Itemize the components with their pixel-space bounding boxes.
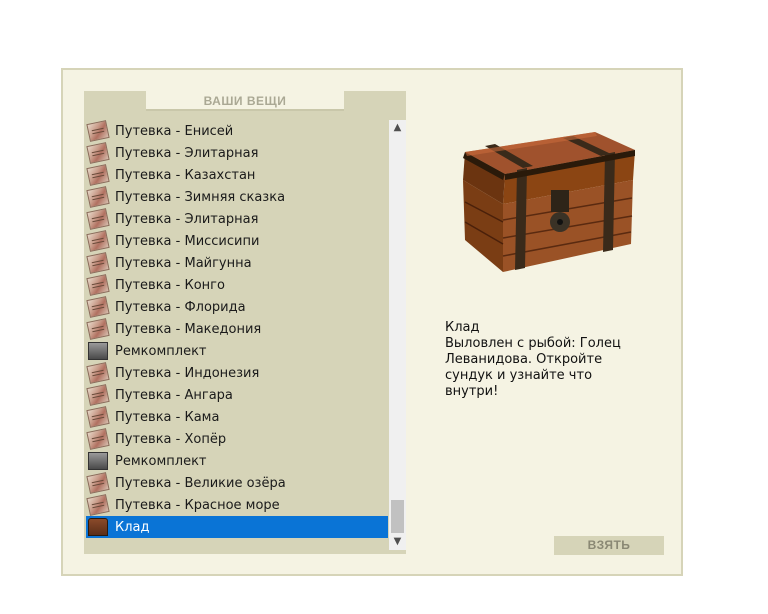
list-item[interactable]: Путевка - Великие озёра xyxy=(86,472,388,494)
description-line: Выловлен с рыбой: Голец xyxy=(445,336,621,351)
list-item[interactable]: Путевка - Зимняя сказка xyxy=(86,186,388,208)
take-button[interactable]: ВЗЯТЬ xyxy=(554,536,664,555)
description-line: внутри! xyxy=(445,384,499,399)
ticket-icon xyxy=(86,142,110,164)
list-item-label: Путевка - Майгунна xyxy=(115,255,252,271)
tab-your-items[interactable]: ВАШИ ВЕЩИ xyxy=(146,91,344,111)
list-item-label: Клад xyxy=(115,519,150,535)
list-item[interactable]: Путевка - Флорида xyxy=(86,296,388,318)
ticket-icon xyxy=(86,384,110,406)
list-item[interactable]: Ремкомплект xyxy=(86,450,388,472)
list-item-label: Путевка - Индонезия xyxy=(115,365,260,381)
description-line: сундук и узнайте что xyxy=(445,368,593,383)
ticket-icon xyxy=(86,274,110,296)
list-item-label: Путевка - Красное море xyxy=(115,497,280,513)
ticket-icon xyxy=(86,472,110,494)
list-item[interactable]: Путевка - Казахстан xyxy=(86,164,388,186)
scroll-down-arrow-icon[interactable]: ▼ xyxy=(389,534,406,550)
ticket-icon xyxy=(86,208,110,230)
list-item-label: Путевка - Хопёр xyxy=(115,431,227,447)
list-item-label: Путевка - Ангара xyxy=(115,387,233,403)
scroll-up-arrow-icon[interactable]: ▲ xyxy=(389,120,406,136)
list-item-label: Путевка - Элитарная xyxy=(115,145,259,161)
list-item-label: Путевка - Кама xyxy=(115,409,220,425)
ticket-icon xyxy=(86,186,110,208)
list-item-label: Путевка - Элитарная xyxy=(115,211,259,227)
list-item-label: Ремкомплект xyxy=(115,343,207,359)
list-item[interactable]: Путевка - Элитарная xyxy=(86,142,388,164)
list-item-label: Путевка - Казахстан xyxy=(115,167,256,183)
list-item[interactable]: Путевка - Элитарная xyxy=(86,208,388,230)
list-item[interactable]: Путевка - Майгунна xyxy=(86,252,388,274)
ticket-icon xyxy=(86,120,110,142)
list-item-label: Путевка - Македония xyxy=(115,321,262,337)
ticket-icon xyxy=(86,230,110,252)
list-item[interactable]: Путевка - Индонезия xyxy=(86,362,388,384)
ticket-icon xyxy=(86,318,110,340)
ticket-icon xyxy=(86,362,110,384)
list-item-label: Путевка - Енисей xyxy=(115,123,234,139)
list-item-label: Путевка - Флорида xyxy=(115,299,246,315)
list-item[interactable]: Клад xyxy=(86,516,388,538)
ticket-icon xyxy=(86,428,110,450)
list-item-label: Путевка - Конго xyxy=(115,277,225,293)
ticket-icon xyxy=(86,164,110,186)
list-item-label: Ремкомплект xyxy=(115,453,207,469)
list-item[interactable]: Путевка - Конго xyxy=(86,274,388,296)
inventory-list: Путевка - Енисей Путевка - Элитарная Путев… xyxy=(86,120,388,540)
ticket-icon xyxy=(86,494,110,516)
list-item[interactable]: Ремкомплект xyxy=(86,340,388,362)
treasure-chest-image xyxy=(463,132,635,272)
list-item-label: Путевка - Зимняя сказка xyxy=(115,189,286,205)
item-description: Клад Выловлен с рыбой: Голец Леванидова.… xyxy=(445,320,645,400)
ticket-icon xyxy=(86,406,110,428)
repair-kit-icon xyxy=(88,342,108,360)
list-item[interactable]: Путевка - Македония xyxy=(86,318,388,340)
list-item[interactable]: Путевка - Хопёр xyxy=(86,428,388,450)
scroll-thumb[interactable] xyxy=(391,500,404,533)
list-item[interactable]: Путевка - Красное море xyxy=(86,494,388,516)
item-name: Клад xyxy=(445,320,480,335)
treasure-chest-icon xyxy=(88,518,108,536)
repair-kit-icon xyxy=(88,452,108,470)
description-line: Леванидова. Откройте xyxy=(445,352,603,367)
list-item-label: Путевка - Миссисипи xyxy=(115,233,260,249)
list-item[interactable]: Путевка - Енисей xyxy=(86,120,388,142)
ticket-icon xyxy=(86,296,110,318)
ticket-icon xyxy=(86,252,110,274)
list-item[interactable]: Путевка - Ангара xyxy=(86,384,388,406)
list-item[interactable]: Путевка - Миссисипи xyxy=(86,230,388,252)
list-item-label: Путевка - Великие озёра xyxy=(115,475,286,491)
list-scrollbar[interactable]: ▲ ▼ xyxy=(389,120,406,550)
list-item[interactable]: Путевка - Кама xyxy=(86,406,388,428)
